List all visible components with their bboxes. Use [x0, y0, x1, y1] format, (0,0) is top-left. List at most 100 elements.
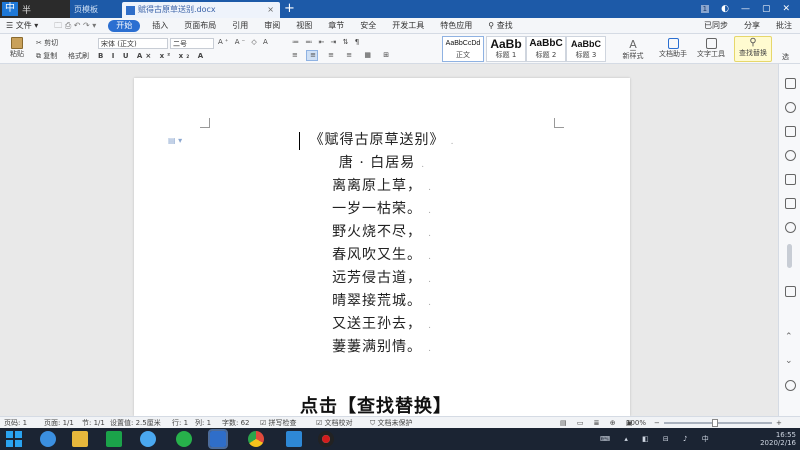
style-normal[interactable]: AaBbCcDd 正文	[442, 36, 484, 62]
wps-writer-icon	[126, 6, 135, 15]
copy-button[interactable]: ⧉ 复制	[36, 51, 57, 61]
title-bar: 中 半 页模板 赋得古原草送别.docx × + 1 ◐ — ▢ ✕	[0, 0, 800, 18]
zoom-out-icon[interactable]: −	[654, 418, 660, 428]
cut-button[interactable]: ✂ 剪切	[36, 38, 58, 48]
maximize-icon[interactable]: ▢	[762, 4, 771, 14]
font-name-select[interactable]: 宋体 (正文)	[98, 38, 168, 49]
status-row[interactable]: 行: 1	[172, 418, 188, 428]
find-replace-button[interactable]: ⚲ 查找替换	[734, 36, 772, 62]
browser-360-icon[interactable]	[176, 431, 192, 447]
p-app-icon[interactable]	[286, 431, 302, 447]
tab-template[interactable]: 页模板	[70, 2, 120, 18]
menu-home[interactable]: 开始	[108, 19, 141, 32]
menu-review[interactable]: 审阅	[256, 18, 288, 34]
paragraph-mark: .	[450, 137, 455, 147]
clock[interactable]: 16:55 2020/2/16	[752, 431, 796, 447]
view-mode-buttons[interactable]: ▤ ▭ ≣ ⊕ ▣	[560, 418, 636, 428]
font-size-select[interactable]: 二号	[170, 38, 214, 49]
system-tray-icons[interactable]: ⌨ ▴ ◧ ⊟ ♪ 中	[600, 435, 715, 443]
document-page[interactable]: ▤ ▾ 《赋得古原草送别》. 唐 · 白居易. 离离原上草，. 一岁一枯荣。. …	[134, 78, 630, 416]
property-pane-icon[interactable]	[785, 126, 796, 137]
store-icon[interactable]	[106, 431, 122, 447]
paragraph-mark: .	[428, 229, 432, 239]
style-normal-label: 正文	[456, 51, 470, 59]
zoom-level[interactable]: 100%	[626, 418, 646, 428]
alignment-buttons[interactable]: ≡ ≡ ≡ ≡ ▦ ⊞	[292, 51, 394, 59]
status-page-count[interactable]: 页面: 1/1	[44, 418, 74, 428]
style-heading1-label: 标题 1	[495, 51, 517, 59]
help-pane-icon[interactable]	[785, 222, 796, 233]
windows-logo-icon	[6, 431, 13, 438]
start-button[interactable]	[6, 431, 22, 447]
status-page-number[interactable]: 页码: 1	[4, 418, 27, 428]
status-column[interactable]: 列: 1	[195, 418, 211, 428]
menu-developer[interactable]: 开发工具	[384, 18, 432, 34]
select-pane-icon[interactable]	[785, 102, 796, 113]
poem-line: 晴翠接荒城。.	[134, 291, 630, 311]
sync-status[interactable]: 已同步	[696, 18, 736, 34]
status-setting-value[interactable]: 设置值: 2.5厘米	[110, 418, 161, 428]
menu-file[interactable]: ☰ 文件 ▾	[0, 18, 46, 34]
font-grow-shrink-icons[interactable]: A⁺ A⁻ ◇ A	[218, 38, 270, 46]
minimize-icon[interactable]: —	[741, 4, 750, 14]
spell-check-button[interactable]: ☑ 拼写检查	[260, 418, 297, 428]
notification-badge[interactable]: 1	[700, 5, 710, 13]
new-tab-button[interactable]: +	[284, 0, 295, 18]
status-word-count[interactable]: 字数: 62	[222, 418, 250, 428]
text-tools-button[interactable]: 文字工具	[694, 38, 728, 59]
translate-pane-icon[interactable]	[785, 198, 796, 209]
ime-chinese-icon[interactable]: 中	[2, 2, 18, 16]
zoom-in-icon[interactable]: +	[776, 418, 782, 428]
recorder-icon[interactable]	[318, 431, 334, 447]
wps-writer-taskbar-icon[interactable]	[208, 429, 228, 449]
close-tab-icon[interactable]: ×	[267, 2, 274, 18]
format-painter-button[interactable]: 格式刷	[68, 51, 89, 61]
close-icon[interactable]: ✕	[782, 4, 790, 14]
style-pane-icon[interactable]	[785, 78, 796, 89]
chrome-icon[interactable]	[248, 431, 264, 447]
scissors-icon: ✂	[36, 39, 42, 47]
style-heading3[interactable]: AaBbC 标题 3	[566, 36, 606, 62]
comment-button[interactable]: 批注	[768, 18, 800, 34]
skin-icon[interactable]: ◐	[721, 4, 729, 14]
backup-pane-icon[interactable]	[785, 150, 796, 161]
ime-halfwidth-label[interactable]: 半	[22, 3, 31, 16]
document-protection-status[interactable]: ⛉ 文档未保护	[370, 418, 412, 428]
paste-button[interactable]: 粘贴	[6, 37, 28, 59]
font-format-buttons[interactable]: B I U A× x² x₂ A	[98, 52, 206, 60]
paragraph-buttons[interactable]: ≔ ≕ ⇤ ⇥ ⇅ ¶	[292, 38, 361, 46]
share-button[interactable]: 分享	[736, 18, 768, 34]
doc-helper-button[interactable]: 文档助手	[656, 38, 690, 59]
navigation-pane-icon[interactable]	[785, 286, 796, 297]
proofread-button[interactable]: ☑ 文档校对	[316, 418, 353, 428]
ie-icon[interactable]	[40, 431, 56, 447]
file-explorer-icon[interactable]	[72, 431, 88, 447]
new-style-button[interactable]: A̲ 新样式	[618, 38, 648, 61]
zoom-slider[interactable]	[664, 422, 772, 424]
page-down-icon[interactable]: ⌄	[785, 356, 796, 367]
scrollbar[interactable]	[787, 244, 792, 268]
menu-search[interactable]: ⚲ 查找	[480, 18, 520, 34]
style-heading2[interactable]: AaBbC 标题 2	[526, 36, 566, 62]
settings-pane-icon[interactable]	[785, 380, 796, 391]
menu-page-layout[interactable]: 页面布局	[176, 18, 224, 34]
menu-security[interactable]: 安全	[352, 18, 384, 34]
menu-insert[interactable]: 插入	[144, 18, 176, 34]
shield-icon: ⛉	[370, 419, 376, 427]
menu-references[interactable]: 引用	[224, 18, 256, 34]
ime-indicator[interactable]: 中 半	[0, 0, 70, 18]
quick-access-icons[interactable]: 🗀 ⎙ ↶ ↷ ▾	[46, 18, 104, 34]
menu-features[interactable]: 特色应用	[432, 18, 480, 34]
select-button[interactable]: 选	[782, 52, 789, 62]
proofread-label: 文档校对	[324, 419, 353, 427]
page-up-icon[interactable]: ⌃	[785, 332, 796, 343]
share-pane-icon[interactable]	[785, 174, 796, 185]
tab-document[interactable]: 赋得古原草送别.docx ×	[122, 2, 280, 18]
clock-time: 16:55	[775, 431, 796, 439]
baidu-netdisk-icon[interactable]	[140, 431, 156, 447]
style-heading1[interactable]: AaBb 标题 1	[486, 36, 526, 62]
menu-view[interactable]: 视图	[288, 18, 320, 34]
menu-section[interactable]: 章节	[320, 18, 352, 34]
zoom-slider-thumb[interactable]	[712, 419, 718, 427]
status-section[interactable]: 节: 1/1	[82, 418, 105, 428]
